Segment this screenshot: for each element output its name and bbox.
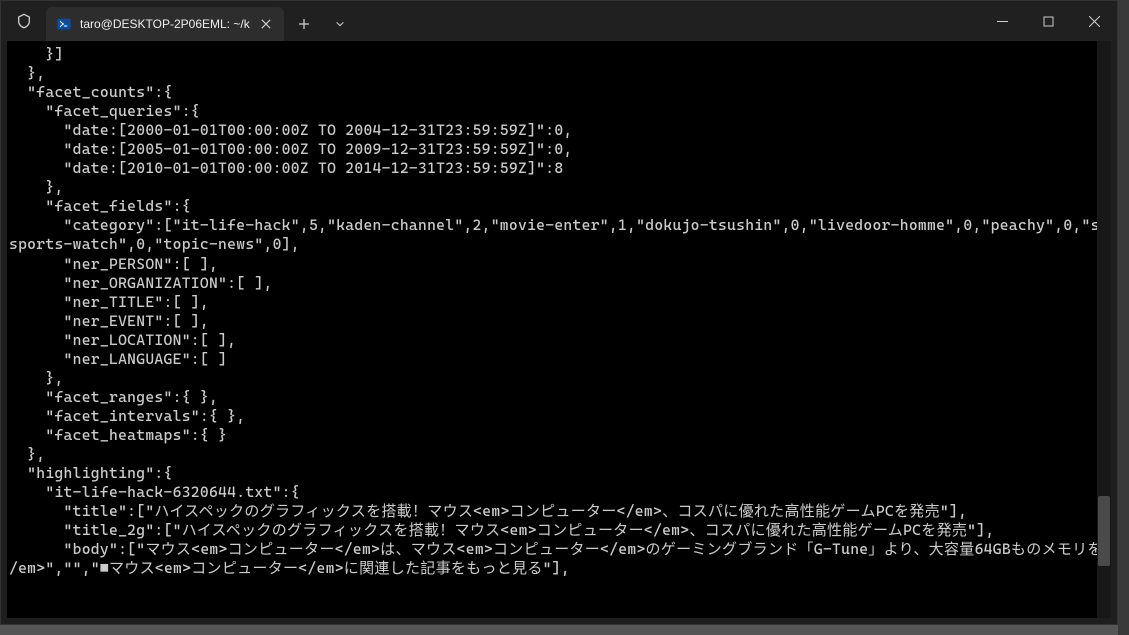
tab-active[interactable]: taro@DESKTOP-2P06EML: ~/k (46, 7, 284, 41)
powershell-icon (56, 16, 72, 32)
close-button[interactable] (1071, 1, 1117, 41)
new-tab-button[interactable] (288, 7, 320, 41)
terminal-output[interactable]: }] }, "facet_counts":{ "facet_queries":{… (7, 41, 1111, 582)
titlebar: taro@DESKTOP-2P06EML: ~/k (1, 1, 1117, 41)
terminal-window: taro@DESKTOP-2P06EML: ~/k (0, 0, 1118, 625)
minimize-button[interactable] (979, 1, 1025, 41)
window-controls (979, 1, 1117, 41)
tab-dropdown-button[interactable] (324, 7, 356, 41)
scrollbar-track[interactable] (1097, 41, 1111, 618)
tab-title: taro@DESKTOP-2P06EML: ~/k (80, 17, 250, 31)
shield-icon (1, 1, 46, 41)
scrollbar-thumb[interactable] (1098, 496, 1110, 566)
terminal-area: }] }, "facet_counts":{ "facet_queries":{… (7, 41, 1111, 618)
tab-close-button[interactable] (258, 16, 274, 32)
maximize-button[interactable] (1025, 1, 1071, 41)
tab-strip: taro@DESKTOP-2P06EML: ~/k (46, 1, 979, 41)
desktop-edge (1118, 0, 1129, 635)
